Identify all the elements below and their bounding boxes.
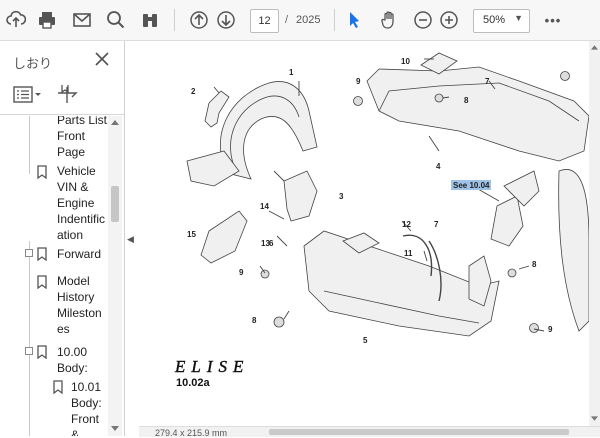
upload-icon[interactable] — [3, 7, 29, 33]
bookmark-icon — [37, 345, 47, 359]
bookmark-item[interactable]: Parts List Front Page — [57, 116, 108, 160]
select-cursor-icon[interactable] — [341, 7, 367, 33]
chevron-down-icon: ▼ — [514, 13, 523, 23]
part-bracket-15 — [200, 210, 248, 264]
zoom-out-icon[interactable] — [410, 7, 436, 33]
grommet-9a — [353, 96, 363, 106]
scroll-down-icon[interactable] — [111, 426, 119, 432]
bookmarks-panel: しおり Parts List Front Page Vehicle VIN & … — [0, 41, 125, 436]
scroll-down-icon[interactable] — [591, 416, 598, 422]
part-insert-7 — [490, 195, 524, 247]
scroll-up-icon[interactable] — [591, 44, 598, 50]
callout-5: 5 — [363, 336, 368, 345]
elise-logo: ELISE — [174, 357, 249, 376]
bookmark-item[interactable]: Vehicle VIN & Engine Indentific ation — [57, 163, 108, 243]
callout-14: 14 — [260, 202, 269, 211]
bookmark-item[interactable]: Forward — [57, 246, 108, 262]
bookmark-item[interactable]: 10.01 Body: Front & — [71, 379, 108, 436]
zoom-in-icon[interactable] — [436, 7, 462, 33]
hand-icon[interactable] — [376, 7, 402, 33]
zoom-value: 50% — [483, 14, 506, 26]
callout-11: 11 — [404, 249, 413, 258]
grommet-8a — [434, 93, 444, 103]
sidebar-scrollbar[interactable] — [108, 116, 122, 436]
document-vertical-scrollbar[interactable] — [589, 41, 600, 426]
bookmark-icon — [37, 165, 47, 179]
callout-9c: 9 — [548, 325, 553, 334]
page-number-input[interactable]: 12 — [250, 9, 279, 33]
callout-1: 1 — [289, 68, 294, 77]
page-up-icon[interactable] — [186, 7, 212, 33]
bookmark-icon — [53, 380, 63, 394]
page-size-label: 279.4 x 215.9 mm — [155, 428, 228, 438]
callout-8c: 8 — [252, 316, 257, 325]
callout-13: 13 — [261, 239, 270, 248]
sidebar-title: しおり — [13, 56, 53, 71]
callout-9b: 9 — [239, 268, 244, 277]
grommet-8b — [273, 316, 285, 328]
callout-15: 15 — [187, 230, 196, 239]
part-sill-upper — [366, 66, 589, 162]
callout-10: 10 — [401, 57, 410, 66]
bookmark-item[interactable]: 10.00 Body: — [57, 344, 108, 376]
bookmark-icon — [37, 247, 47, 261]
horizontal-scroll-thumb[interactable] — [269, 429, 569, 435]
part-wheel-arch — [558, 169, 589, 332]
callout-2: 2 — [191, 87, 196, 96]
see-reference: See 10.04 — [453, 181, 490, 190]
expand-toggle[interactable] — [25, 249, 33, 257]
grommet-8c — [507, 268, 517, 278]
add-bookmark-icon[interactable] — [54, 83, 80, 107]
bookmark-icon — [37, 275, 47, 289]
search-icon[interactable] — [103, 7, 129, 33]
sidebar-scroll-thumb[interactable] — [111, 186, 119, 222]
grommet-9c — [260, 269, 270, 279]
callout-8a: 8 — [464, 96, 469, 105]
expand-toggle[interactable] — [25, 347, 33, 355]
callout-12: 12 — [402, 220, 411, 229]
part-bracket-3 — [283, 170, 318, 222]
callout-7b: 7 — [434, 220, 439, 229]
callout-9a: 9 — [356, 77, 361, 86]
toolbar: 12 / 2025 50% ▼ ••• — [0, 0, 600, 41]
binoculars-icon[interactable] — [137, 7, 163, 33]
collapse-sidebar-icon[interactable]: ◀ — [127, 234, 134, 245]
callout-4: 4 — [436, 162, 441, 171]
callout-8b: 8 — [532, 260, 537, 269]
bookmark-options-button[interactable] — [12, 83, 44, 107]
grommet-9b — [560, 71, 570, 81]
page-down-icon[interactable] — [213, 7, 239, 33]
more-icon[interactable]: ••• — [540, 7, 566, 33]
mail-icon[interactable] — [69, 7, 95, 33]
grommet-9d — [529, 323, 539, 333]
callout-7a: 7 — [485, 77, 490, 86]
page-total: 2025 — [296, 14, 321, 26]
close-icon[interactable] — [92, 49, 112, 69]
zoom-select[interactable]: 50% ▼ — [473, 9, 530, 33]
print-icon[interactable] — [34, 7, 60, 33]
document-page: 1 2 3 4 5 6 7 7 8 8 8 9 9 9 10 11 12 13 … — [139, 41, 589, 426]
figure-code: 10.02a — [176, 377, 211, 389]
part-front-clam-arch — [219, 81, 318, 180]
bookmark-item[interactable]: Model History Mileston es — [57, 273, 108, 337]
callout-3: 3 — [339, 192, 344, 201]
parts-diagram: 1 2 3 4 5 6 7 7 8 8 8 9 9 9 10 11 12 13 … — [174, 52, 589, 389]
page-separator: / — [285, 14, 289, 26]
bookmark-tree: Parts List Front Page Vehicle VIN & Engi… — [0, 116, 108, 436]
scroll-up-icon[interactable] — [111, 119, 119, 125]
